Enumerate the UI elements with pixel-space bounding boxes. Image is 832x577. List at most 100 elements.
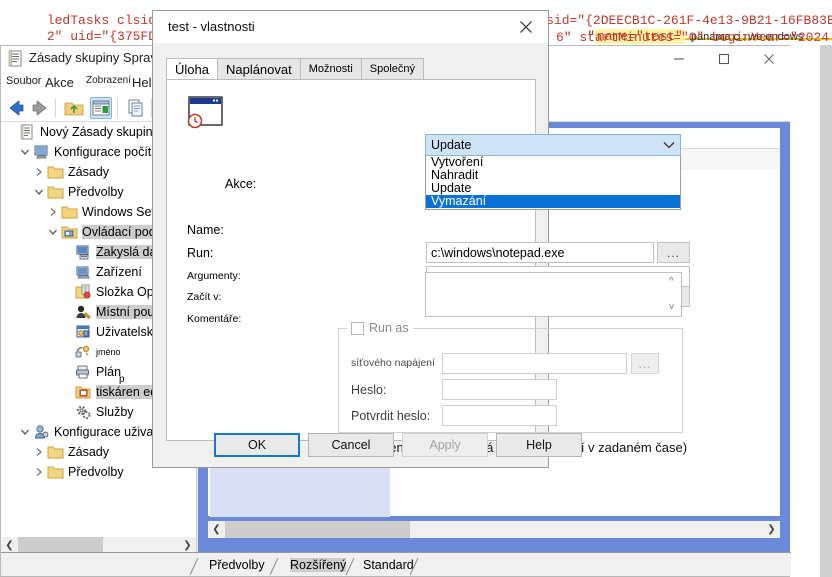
forward-arrow-icon[interactable]: [29, 97, 51, 119]
comments-field[interactable]: ^ ˅: [425, 272, 682, 317]
gp-window-controls: [656, 46, 791, 72]
arguments-label: Argumenty:: [187, 270, 241, 282]
dialog-titlebar: test - vlastnosti: [153, 11, 548, 43]
scheduled-tasks-icon: [75, 384, 93, 401]
folder-icon: [47, 464, 65, 481]
tree-node-label: Složka Op: [96, 285, 154, 299]
run-as-group: Run as síťového napájení ... Heslo: Potv…: [338, 320, 683, 433]
chevron-down-icon[interactable]: ˅: [669, 302, 675, 313]
minimize-button[interactable]: [656, 46, 701, 72]
scroll-left-icon[interactable]: ❮: [208, 521, 225, 538]
app-vertical-scrollbar[interactable]: [820, 45, 832, 577]
details-scroll-thumb[interactable]: [225, 521, 410, 538]
close-icon[interactable]: [504, 11, 548, 43]
tab-predvolby[interactable]: Předvolby: [199, 556, 271, 576]
bottom-tabstrip: Předvolby Rozšířený Standard: [1, 552, 791, 576]
tree-node-label: Předvolby: [68, 185, 124, 199]
tab-uloha[interactable]: Úloha: [166, 58, 218, 80]
chevron-down-icon[interactable]: [17, 144, 33, 160]
help-button[interactable]: Help: [496, 433, 582, 457]
back-arrow-icon[interactable]: [5, 97, 27, 119]
show-console-tree-icon[interactable]: [90, 97, 112, 119]
tab-rozsireny[interactable]: Rozšířený: [280, 556, 352, 576]
chevron-right-icon[interactable]: [31, 444, 47, 460]
tree-node-label: Windows Sett: [82, 205, 159, 219]
chevron-right-icon[interactable]: [31, 464, 47, 480]
cancel-button[interactable]: Cancel: [308, 433, 394, 457]
tree-node-label: Zařízení: [96, 265, 142, 279]
menu-soubor[interactable]: Soubor: [6, 75, 41, 87]
confirm-password-field[interactable]: [442, 405, 557, 426]
tab-spolecny[interactable]: Společný: [360, 58, 425, 80]
tab-rozsireny-label: Rozšířený: [290, 558, 347, 572]
close-button[interactable]: [746, 46, 791, 72]
help-button-label: Help: [526, 438, 552, 452]
chevron-right-icon[interactable]: [31, 164, 47, 180]
ok-button-label: OK: [247, 438, 267, 452]
up-folder-icon[interactable]: [63, 97, 85, 119]
details-scroll-track[interactable]: [225, 521, 763, 538]
start-in-label: Začít v:: [187, 291, 222, 303]
dialog-buttons: OK Cancel Apply Help: [153, 433, 582, 457]
scroll-right-icon[interactable]: ❯: [763, 521, 780, 538]
menu-akce[interactable]: Akce: [45, 75, 74, 90]
folder-options-icon: [75, 284, 93, 301]
run-as-title: Run as: [347, 320, 413, 336]
user-interface-icon: [75, 324, 93, 341]
network-credentials-field[interactable]: [442, 353, 627, 374]
tree-node-label: Zásady: [68, 165, 109, 179]
tree-node-label: Zásady: [68, 445, 109, 459]
task-properties-dialog: test - vlastnosti Úloha Naplánovat Možno…: [152, 10, 690, 468]
services-icon: [75, 404, 93, 421]
details-horizontal-scrollbar[interactable]: ❮ ❯: [208, 521, 780, 538]
tab-moznosti[interactable]: Možnosti: [299, 58, 362, 80]
network-credentials-browse-button[interactable]: ...: [631, 353, 659, 374]
data-sources-icon: [75, 244, 93, 261]
action-combobox-value: Update: [431, 138, 472, 152]
chevron-down-icon[interactable]: [658, 141, 680, 149]
copy-icon[interactable]: [125, 97, 147, 119]
chevron-up-icon[interactable]: ^: [669, 276, 674, 287]
run-label: Run:: [187, 246, 214, 260]
chevron-down-icon[interactable]: [31, 184, 47, 200]
chevron-down-icon[interactable]: [45, 224, 61, 240]
run-as-checkbox[interactable]: [351, 321, 364, 335]
action-dropdown-list[interactable]: Vytvoření Nahradit Update Vymazání: [425, 156, 681, 210]
action-combobox[interactable]: Update: [425, 134, 681, 156]
screen: ledTasks clsid="{CC63F200-7309-4ba0-B154…: [0, 0, 832, 577]
run-field[interactable]: c:\windows\notepad.exe: [426, 242, 654, 263]
tab-moznosti-label: Možnosti: [308, 63, 353, 75]
dropdown-option-3[interactable]: Vymazání: [426, 195, 680, 208]
run-browse-button[interactable]: ...: [657, 242, 690, 263]
tree-node-label: Předvolby: [68, 465, 124, 479]
maximize-button[interactable]: [701, 46, 746, 72]
toolbar-separator-2: [117, 99, 118, 117]
tab-naplanovat[interactable]: Naplánovat: [216, 58, 301, 80]
tree-node-label: jméno: [96, 347, 121, 357]
chevron-down-icon[interactable]: [17, 424, 33, 440]
folder-icon: [61, 204, 79, 221]
apply-button[interactable]: Apply: [402, 433, 488, 457]
tab-divider-1: [189, 557, 199, 576]
chevron-right-icon[interactable]: [45, 204, 61, 220]
printers-icon: [75, 364, 93, 381]
policy-document-icon: [19, 124, 37, 141]
ok-button[interactable]: OK: [214, 433, 300, 457]
folder-icon: [47, 164, 65, 181]
tab-uloha-label: Úloha: [175, 62, 209, 77]
menu-zobrazeni[interactable]: Zobrazení: [86, 75, 131, 86]
control-panel-folder-icon: [61, 224, 79, 241]
dialog-tabs: Úloha Naplánovat Možnosti Společný: [166, 58, 425, 80]
tab-naplanovat-label: Naplánovat: [225, 62, 292, 77]
password-field[interactable]: [442, 379, 557, 400]
tree-node-label: Služby: [96, 405, 134, 419]
run-as-label: Run as: [369, 321, 409, 335]
folder-icon: [47, 184, 65, 201]
tab-standard-label: Standard: [363, 558, 414, 572]
comments-scroll[interactable]: ^ ˅: [663, 274, 680, 315]
tab-predvolby-label: Předvolby: [209, 558, 265, 572]
action-label: Akce:: [225, 177, 257, 191]
